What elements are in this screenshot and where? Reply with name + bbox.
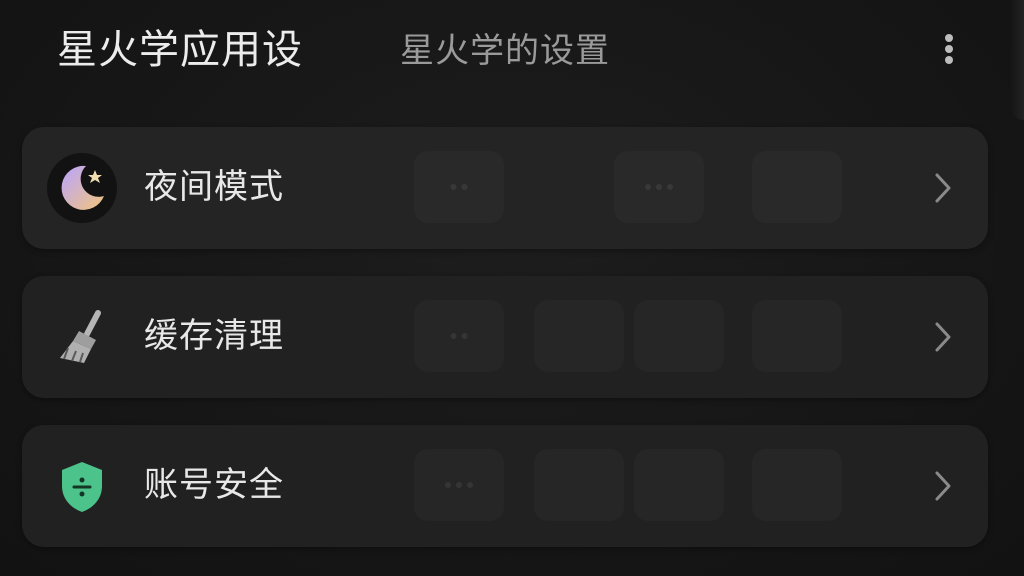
settings-screen: 星火学应用设 星火学的设置 夜间模式 缓存清理 账号安全 [0, 0, 1024, 576]
shield-icon [62, 462, 102, 512]
ghost-tile [634, 449, 724, 521]
ghost-tile [752, 300, 842, 372]
chevron-right-icon [935, 173, 951, 203]
edge-shadow [1010, 0, 1024, 120]
settings-item-cache-clear[interactable]: 缓存清理 [22, 276, 988, 398]
header: 星火学应用设 星火学的设置 [0, 0, 1024, 120]
ghost-tile [634, 300, 724, 372]
moon-star-icon [47, 153, 117, 223]
settings-item-label: 缓存清理 [144, 316, 284, 356]
settings-list: 夜间模式 缓存清理 账号安全 [22, 127, 988, 574]
broom-icon [60, 310, 101, 363]
ghost-tile [752, 151, 842, 223]
ghost-tile [414, 449, 504, 521]
settings-item-account-security[interactable]: 账号安全 [22, 425, 988, 547]
more-vertical-icon[interactable] [936, 30, 962, 68]
ghost-tile [414, 151, 504, 223]
ghost-tile [534, 300, 624, 372]
chevron-right-icon [935, 322, 951, 352]
chevron-right-icon [935, 471, 951, 501]
ghost-tile [614, 151, 704, 223]
settings-item-label: 账号安全 [144, 465, 284, 505]
ghost-tile [752, 449, 842, 521]
settings-item-night-mode[interactable]: 夜间模式 [22, 127, 988, 249]
settings-item-label: 夜间模式 [144, 167, 284, 207]
page-title: 星火学应用设 [57, 27, 303, 73]
ghost-tile [534, 449, 624, 521]
ghost-tile [414, 300, 504, 372]
page-subtitle: 星火学的设置 [400, 31, 610, 71]
